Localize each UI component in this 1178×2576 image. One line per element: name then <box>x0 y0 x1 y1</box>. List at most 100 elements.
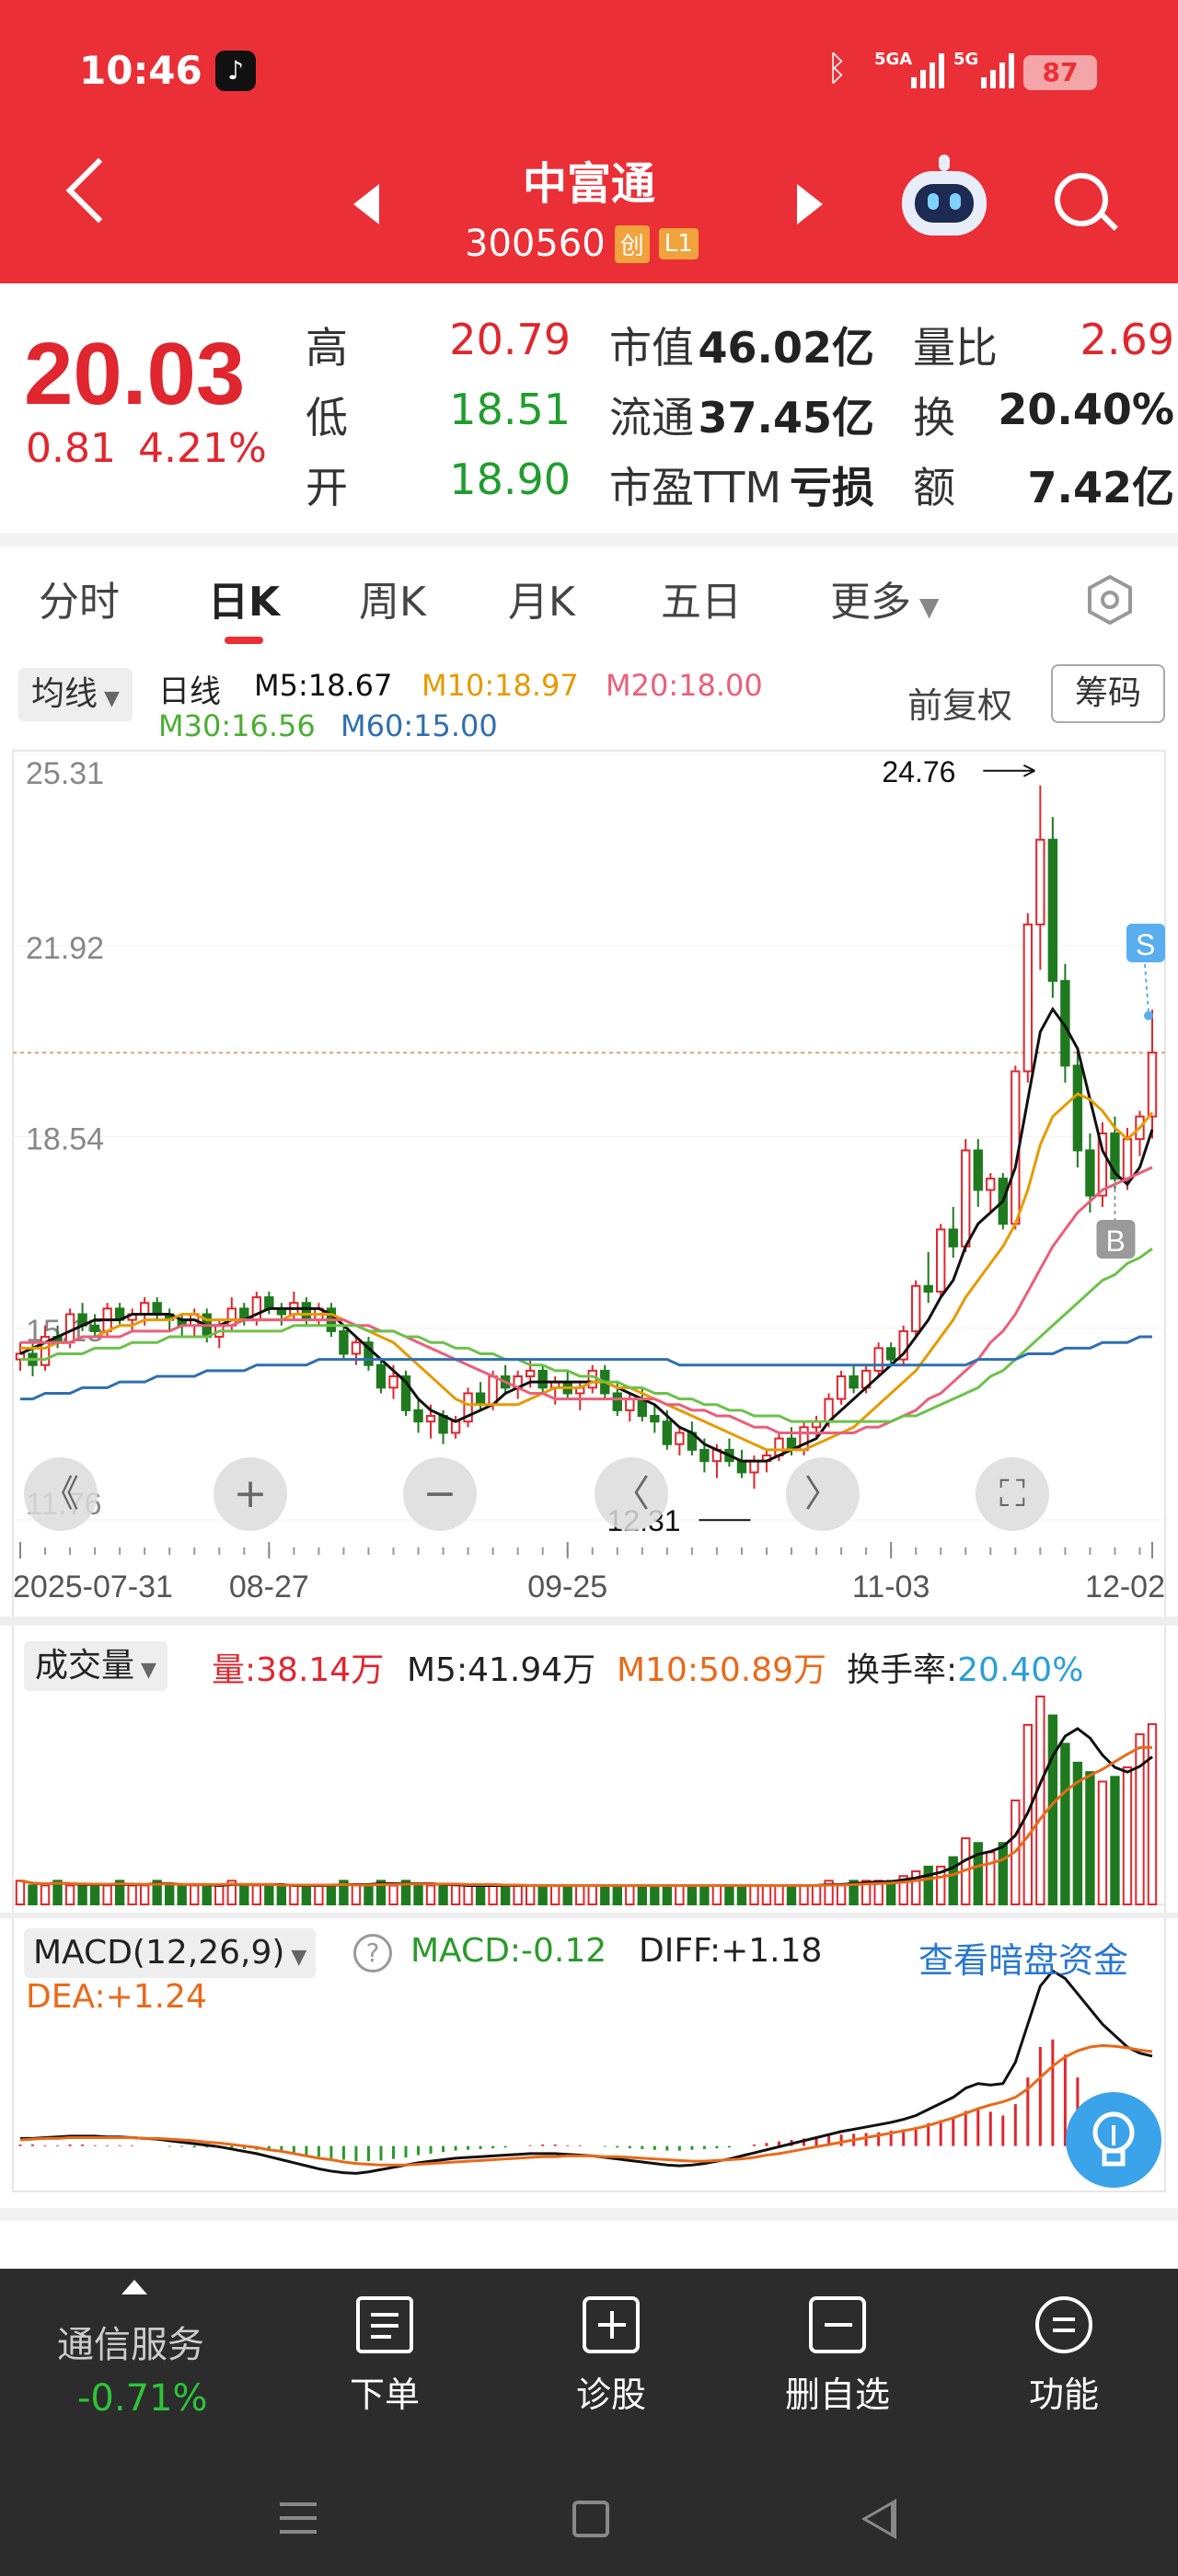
candle-body <box>425 1415 436 1423</box>
diagnose-nav-button[interactable]: 诊股 <box>519 2296 703 2417</box>
candle-body <box>923 1284 933 1293</box>
ma-line-m10 <box>20 1092 1154 1452</box>
candle-body <box>1147 1052 1158 1118</box>
search-icon[interactable] <box>1055 173 1118 234</box>
chevron-down-icon: ▼ <box>284 1946 307 1969</box>
macd-selector[interactable]: MACD(12,26,9) ▼ <box>24 1928 317 1978</box>
volume-ma10-line <box>19 1745 1153 1887</box>
chevron-down-icon: ▼ <box>911 592 940 622</box>
buy-signal-label: B <box>1105 1225 1125 1258</box>
candle-body <box>749 1460 759 1474</box>
quote-stat-value: 7.42亿 <box>1027 463 1175 512</box>
volume-m5: M5:41.94万 <box>407 1651 596 1689</box>
price-change: 0.81 <box>26 425 116 472</box>
remove-watchlist-nav-button[interactable]: 删自选 <box>745 2296 930 2417</box>
remove-watchlist-label: 删自选 <box>784 2375 890 2415</box>
candle-body <box>1035 838 1045 926</box>
tab-intraday[interactable]: 分时 <box>39 569 120 629</box>
robot-assistant-icon[interactable] <box>902 155 987 236</box>
order-nav-button[interactable]: 下单 <box>293 2296 477 2417</box>
lightbulb-icon <box>1092 2111 1135 2167</box>
app-header: 10:46 ♪ ᛒ 5GA 5G 87 中富通 300560 创 L1 <box>0 0 1178 283</box>
tab-monthly-k[interactable]: 月K <box>508 569 575 629</box>
signal-5g-icon: 5G <box>953 50 1018 90</box>
volume-bar <box>1047 1714 1058 1905</box>
volume-bar <box>450 1884 461 1906</box>
x-axis-label: 11-03 <box>852 1570 930 1604</box>
volume-bar <box>998 1842 1008 1906</box>
sector-index-name[interactable]: 通信服务 <box>57 2315 204 2368</box>
stock-code: 300560 <box>465 223 606 265</box>
remove-watchlist-icon <box>809 2296 866 2353</box>
board-badge: 创 <box>614 224 650 263</box>
volume-bar <box>761 1884 772 1906</box>
volume-bar <box>413 1884 423 1906</box>
candle-body <box>675 1432 685 1445</box>
volume-bar <box>637 1884 648 1906</box>
volume-bar <box>326 1884 337 1906</box>
volume-bar <box>28 1884 38 1906</box>
functions-nav-button[interactable]: 功能 <box>972 2296 1156 2417</box>
volume-selector[interactable]: 成交量 ▼ <box>24 1641 167 1691</box>
tab-more[interactable]: 更多 ▼ <box>830 569 939 629</box>
zoom-in-button[interactable]: + <box>214 1457 287 1531</box>
volume-bar <box>836 1884 847 1906</box>
x-axis-label: 08-27 <box>229 1570 309 1604</box>
rewind-button[interactable]: 《 <box>24 1457 98 1531</box>
volume-bar <box>525 1884 536 1906</box>
section-tabs-strip <box>0 2208 1178 2269</box>
volume-bar <box>699 1884 710 1906</box>
bottom-navigation: 通信服务 -0.71% 下单 诊股 删自选 功能 <box>0 2269 1178 2576</box>
volume-bar <box>15 1880 26 1906</box>
settings-hexagon-icon[interactable] <box>1084 574 1136 626</box>
volume-bar <box>587 1884 597 1906</box>
plus-icon: + <box>233 1470 268 1517</box>
volume-bar <box>774 1884 784 1906</box>
tiktok-icon: ♪ <box>215 51 256 91</box>
candle-body <box>64 1313 75 1344</box>
volume-bar <box>973 1842 983 1906</box>
volume-bar <box>139 1884 150 1906</box>
prev-stock-icon[interactable] <box>353 184 379 224</box>
current-price: 20.03 <box>24 325 246 423</box>
pan-right-button[interactable]: 〉 <box>786 1457 860 1531</box>
dark-pool-link[interactable]: 查看暗盘资金 <box>918 1932 1128 1983</box>
volume-bar <box>264 1884 274 1906</box>
volume-bar <box>562 1884 572 1906</box>
battery-level: 87 <box>1042 57 1079 87</box>
next-stock-icon[interactable] <box>797 184 823 224</box>
fullscreen-button[interactable]: ⛶ <box>976 1457 1049 1531</box>
home-system-icon[interactable] <box>572 2501 609 2537</box>
tab-five-day[interactable]: 五日 <box>661 569 742 629</box>
candle-body <box>450 1420 461 1434</box>
menu-system-icon[interactable] <box>280 2502 317 2534</box>
candle-body <box>625 1397 635 1411</box>
volume-bar <box>202 1884 212 1906</box>
candle-body <box>351 1341 362 1355</box>
quote-stat-label: 低 <box>306 393 348 443</box>
chevron-up-icon[interactable] <box>121 2280 147 2294</box>
volume-bar <box>923 1865 933 1905</box>
candle-body <box>873 1347 884 1372</box>
y-tick-label: 21.92 <box>26 931 104 966</box>
volume-bar <box>1122 1766 1133 1905</box>
candle-body <box>1047 838 1058 983</box>
back-icon[interactable] <box>65 157 132 224</box>
zoom-out-button[interactable]: − <box>403 1457 477 1531</box>
volume-bar <box>488 1884 498 1906</box>
volume-bar <box>500 1884 511 1906</box>
help-icon[interactable]: ? <box>353 1934 392 1972</box>
volume-bar <box>687 1884 698 1906</box>
pan-left-button[interactable]: 〈 <box>595 1457 668 1531</box>
lightbulb-fab[interactable] <box>1066 2092 1161 2188</box>
volume-label: 成交量 <box>35 1647 135 1685</box>
volume-bar <box>537 1884 548 1906</box>
volume-bar <box>650 1884 660 1906</box>
volume-bar <box>301 1884 312 1906</box>
candle-body <box>301 1302 312 1321</box>
tab-weekly-k[interactable]: 周K <box>359 569 426 629</box>
diagnose-icon <box>583 2296 640 2353</box>
kline-chart-area: 均线 ▼ 日线 M5:18.67 M10:18.97 M20:18.00 M30… <box>0 648 1178 2202</box>
tab-daily-k[interactable]: 日K <box>208 569 280 629</box>
volume-bar <box>575 1884 585 1906</box>
